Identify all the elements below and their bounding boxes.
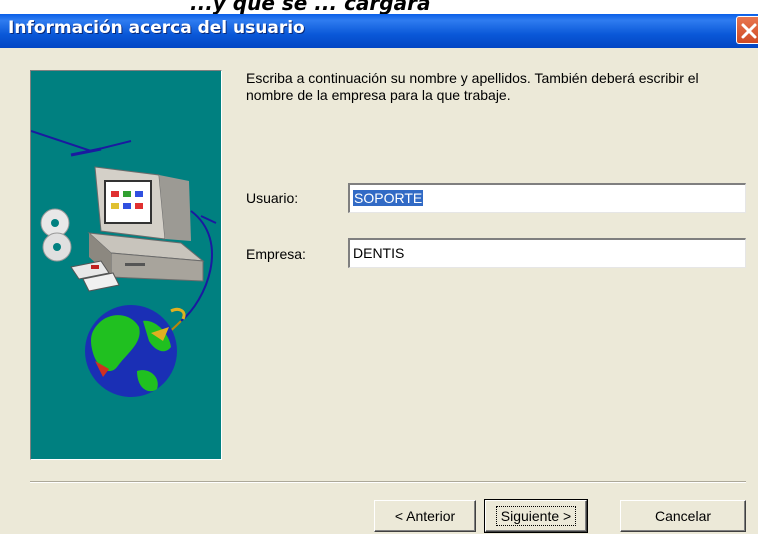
usuario-label: Usuario: [246, 190, 299, 206]
window-title: Información acerca del usuario [8, 18, 305, 38]
back-button[interactable]: < Anterior [374, 500, 476, 532]
close-icon [741, 23, 757, 39]
setup-dialog: ...y que se ... cargará Información acer… [0, 0, 758, 534]
empresa-value: DENTIS [353, 245, 405, 261]
empresa-field[interactable]: DENTIS [348, 238, 746, 268]
cancel-button[interactable]: Cancelar [620, 500, 746, 532]
instructions-text: Escriba a continuación su nombre y apell… [246, 70, 699, 103]
separator [30, 481, 746, 483]
banner-text: ...y que se ... cargará [190, 0, 431, 14]
computer-globe-illustration [31, 130, 217, 397]
close-button[interactable] [736, 16, 758, 44]
usuario-value: SOPORTE [353, 190, 424, 206]
empresa-label: Empresa: [246, 246, 306, 262]
wizard-illustration [30, 70, 222, 460]
next-button-label: Siguiente > [495, 506, 577, 526]
title-bar[interactable]: Información acerca del usuario [0, 14, 758, 48]
usuario-field[interactable]: SOPORTE [348, 183, 746, 213]
cropped-banner: ...y que se ... cargará [0, 0, 758, 14]
next-button[interactable]: Siguiente > [484, 499, 588, 533]
